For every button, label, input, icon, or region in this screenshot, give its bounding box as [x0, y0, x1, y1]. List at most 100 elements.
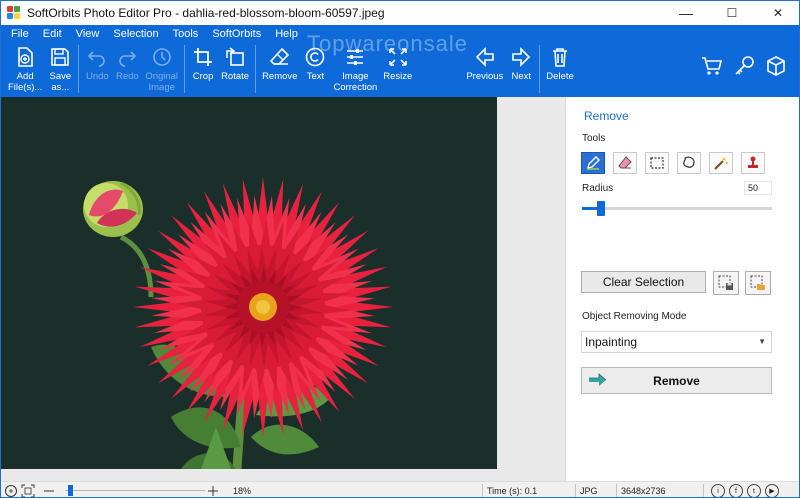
menu-file[interactable]: File: [7, 27, 36, 41]
undo-icon: [85, 45, 109, 69]
app-window: SoftOrbits Photo Editor Pro - dahlia-red…: [0, 0, 800, 498]
lasso-tool-button[interactable]: [677, 152, 701, 174]
resize-label: Resize: [383, 71, 413, 82]
image-correction-button[interactable]: Image Correction: [330, 45, 380, 93]
sliders-icon: [343, 45, 367, 69]
key-icon[interactable]: [733, 55, 755, 77]
zoom-fit-button[interactable]: [4, 482, 18, 497]
text-button[interactable]: Text: [300, 45, 330, 82]
zoom-in-button[interactable]: [207, 482, 219, 497]
arrow-right-icon: [509, 45, 533, 69]
load-selection-icon: [750, 275, 765, 290]
remove-tool-label: Remove: [262, 71, 298, 82]
menu-bar: File Edit View Selection Tools SoftOrbit…: [7, 27, 305, 41]
dahlia-image: [1, 97, 497, 469]
undo-label: Undo: [85, 71, 109, 82]
info-icon[interactable]: i: [711, 484, 725, 497]
save-as-label: Save as...: [49, 71, 72, 93]
ribbon: File Edit View Selection Tools SoftOrbit…: [1, 25, 799, 97]
status-separator: [575, 484, 576, 497]
redo-button[interactable]: Redo: [112, 45, 142, 82]
add-files-button[interactable]: Add File(s)...: [5, 45, 45, 93]
minimize-button[interactable]: —: [663, 1, 709, 25]
menu-edit[interactable]: Edit: [36, 27, 69, 41]
radius-slider[interactable]: [582, 201, 772, 216]
crop-label: Crop: [192, 71, 214, 82]
save-icon: [48, 45, 72, 69]
original-image-label: Original Image: [145, 71, 179, 93]
youtube-icon[interactable]: ▶: [765, 484, 779, 497]
rect-select-tool-button[interactable]: [645, 152, 669, 174]
twitter-icon[interactable]: t: [747, 484, 761, 497]
toolbar-separator: [184, 45, 186, 93]
undo-button[interactable]: Undo: [82, 45, 112, 82]
magic-wand-tool-button[interactable]: [709, 152, 733, 174]
rotate-label: Rotate: [221, 71, 250, 82]
crop-button[interactable]: Crop: [188, 45, 218, 82]
format-readout: JPG: [580, 485, 598, 496]
mode-select-value: Inpainting: [585, 335, 638, 349]
fit-window-button[interactable]: [21, 482, 35, 497]
box-icon[interactable]: [765, 55, 787, 77]
lasso-icon: [683, 156, 695, 168]
photo-dahlia[interactable]: [1, 97, 497, 469]
toolbar-separator: [539, 45, 541, 93]
zoom-out-button[interactable]: [43, 482, 55, 497]
rectangle-select-icon: [650, 157, 664, 169]
menu-softorbits[interactable]: SoftOrbits: [205, 27, 268, 41]
tools-label: Tools: [582, 133, 606, 144]
history-icon: [150, 45, 174, 69]
rotate-icon: [223, 45, 247, 69]
zoom-slider-thumb[interactable]: [68, 485, 73, 496]
arrow-left-icon: [473, 45, 497, 69]
rotate-button[interactable]: Rotate: [218, 45, 252, 82]
menu-help[interactable]: Help: [268, 27, 305, 41]
title-bar: SoftOrbits Photo Editor Pro - dahlia-red…: [1, 1, 799, 25]
radius-value-field[interactable]: 50: [744, 181, 772, 195]
panel-title: Remove: [584, 109, 629, 123]
menu-selection[interactable]: Selection: [106, 27, 165, 41]
maximize-button[interactable]: ☐: [709, 1, 755, 25]
menu-view[interactable]: View: [69, 27, 107, 41]
remove-button[interactable]: Remove: [581, 367, 772, 394]
add-file-icon: [13, 45, 37, 69]
canvas-area[interactable]: [1, 97, 565, 481]
load-selection-button[interactable]: [745, 271, 771, 295]
save-as-button[interactable]: Save as...: [45, 45, 75, 93]
close-button[interactable]: ✕: [755, 1, 799, 25]
previous-button[interactable]: Previous: [463, 45, 506, 82]
eraser-icon: [268, 45, 292, 69]
image-correction-label: Image Correction: [333, 71, 378, 93]
radius-slider-thumb[interactable]: [597, 201, 605, 216]
resize-button[interactable]: Resize: [380, 45, 415, 82]
pencil-tool-button[interactable]: [581, 152, 605, 174]
add-files-label: Add File(s)...: [8, 71, 43, 93]
menu-tools[interactable]: Tools: [166, 27, 206, 41]
delete-button[interactable]: Delete: [543, 45, 576, 82]
radius-label: Radius: [582, 183, 614, 194]
original-image-button[interactable]: Original Image: [142, 45, 181, 93]
clear-selection-button[interactable]: Clear Selection: [581, 271, 706, 293]
zoom-level: 18%: [233, 485, 252, 496]
next-button[interactable]: Next: [506, 45, 536, 82]
stamp-tool-button[interactable]: [741, 152, 765, 174]
remove-tool-button[interactable]: Remove: [259, 45, 300, 82]
fit-window-icon: [21, 484, 35, 497]
zoom-fit-icon: [5, 484, 17, 497]
chevron-down-icon: ▼: [758, 337, 766, 346]
mode-select[interactable]: Inpainting ▼: [581, 331, 772, 353]
text-label: Text: [306, 71, 325, 82]
cart-icon[interactable]: [701, 55, 723, 77]
remove-button-label: Remove: [653, 373, 700, 388]
delete-label: Delete: [546, 71, 574, 82]
zoom-slider[interactable]: [65, 490, 205, 491]
toolbar: Add File(s)... Save as... Undo Redo Orig…: [5, 45, 577, 95]
toolbar-separator: [78, 45, 80, 93]
facebook-icon[interactable]: f: [729, 484, 743, 497]
minus-icon: [44, 490, 54, 491]
trash-icon: [548, 45, 572, 69]
save-selection-button[interactable]: [713, 271, 739, 295]
eraser-tool-button[interactable]: [613, 152, 637, 174]
time-readout: Time (s): 0.1: [487, 485, 538, 496]
status-separator: [616, 484, 617, 497]
